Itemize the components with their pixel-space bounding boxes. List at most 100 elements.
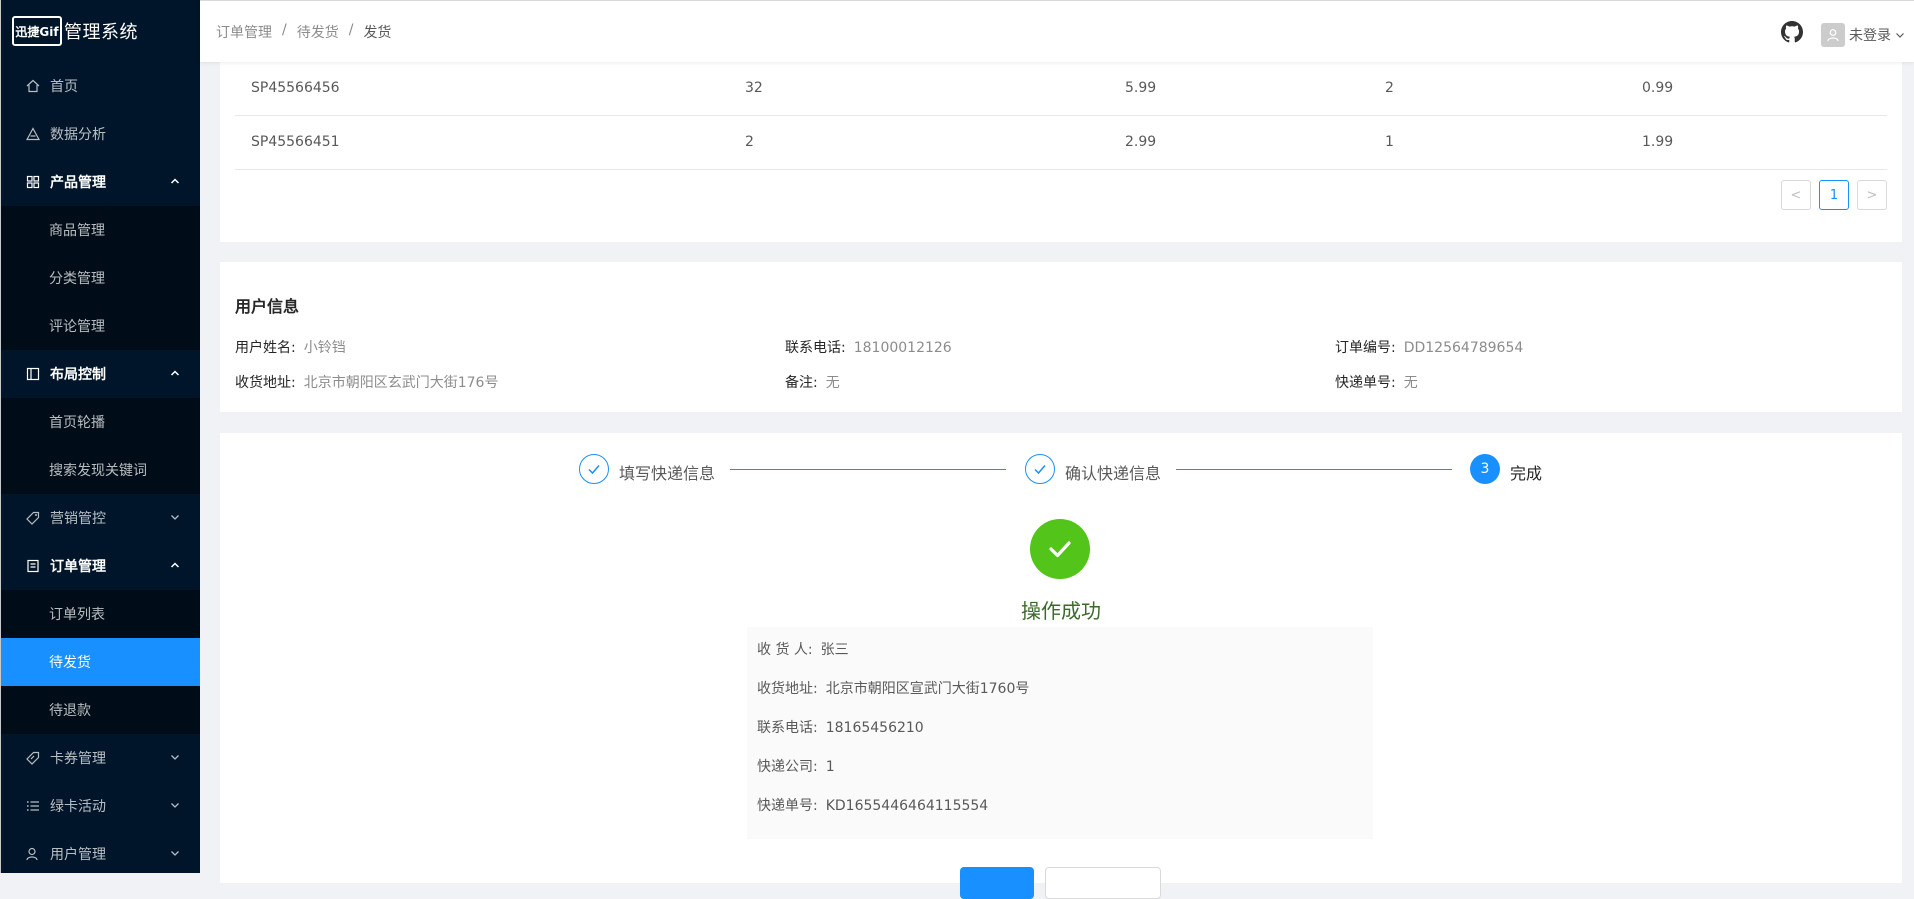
table-cell: SP45566456 [251,80,340,96]
sidebar-item-layout[interactable]: 布局控制 [1,350,200,398]
breadcrumb-separator: / [282,22,287,38]
secondary-button[interactable] [1045,867,1161,899]
top-header: 订单管理 / 待发货 / 发货 未登录 [200,0,1914,62]
step-current-icon: 3 [1470,454,1500,484]
sidebar-item-label: 订单管理 [50,559,106,575]
table-cell: 2 [745,134,754,150]
user-dropdown[interactable]: 未登录 [1821,23,1906,47]
sidebar-item-users[interactable]: 用户管理 [1,830,200,873]
express-row: 快递单号: KD1655446464115554 [757,795,988,815]
sidebar-item-category[interactable]: 分类管理 [1,254,200,302]
table-cell: 5.99 [1125,80,1157,96]
address-row: 收货地址: 北京市朝阳区宣武门大街1760号 [757,678,1029,698]
logo-area: 迅捷Gif 管理系统 [1,0,200,62]
sidebar-item-analytics[interactable]: 数据分析 [1,110,200,158]
order-icon [25,558,41,574]
user-icon [25,846,41,862]
layout-icon [25,366,41,382]
sidebar-item-pending-refund[interactable]: 待退款 [1,686,200,734]
sidebar-item-orders[interactable]: 订单管理 [1,542,200,590]
chevron-up-icon [170,178,180,184]
sidebar-item-products[interactable]: 产品管理 [1,158,200,206]
step-title: 完成 [1510,464,1543,483]
logo: 迅捷Gif [12,16,62,46]
sidebar-item-carousel[interactable]: 首页轮播 [1,398,200,446]
appstore-icon [25,174,41,190]
field-value: KD1655446464115554 [825,798,989,814]
chevron-down-icon [171,803,179,808]
sidebar-item-green-card[interactable]: 绿卡活动 [1,782,200,830]
breadcrumb-separator: / [348,22,354,38]
list-icon [25,798,41,814]
sidebar-item-label: 营销管控 [50,511,106,527]
step-title: 填写快递信息 [619,464,716,483]
pagination-page-button[interactable]: 1 [1819,180,1849,210]
chevron-down-icon [171,755,179,760]
success-icon [1030,519,1090,579]
sidebar-item-comments[interactable]: 评论管理 [1,302,200,350]
breadcrumb: 订单管理 / 待发货 / 发货 [216,22,391,42]
field-value: 北京市朝阳区宣武门大街1760号 [825,681,1030,697]
primary-button[interactable] [960,867,1034,899]
sidebar-item-pending-shipment[interactable]: 待发货 [1,638,200,686]
result-title: 操作成功 [1021,599,1101,623]
product-table-card: SP45566456 32 5.99 2 0.99 SP45566451 2 2… [220,62,1902,242]
section-title: 用户信息 [235,297,300,316]
app-title: 管理系统 [64,22,138,43]
pagination-next-button[interactable]: > [1857,180,1887,210]
field-label: 联系电话: [785,340,846,356]
field-label: 快递单号: [1335,375,1396,391]
step-done-icon [1025,454,1055,484]
coupon-icon [25,750,41,766]
field-value: 小铃铛 [303,340,346,356]
user-status-label: 未登录 [1849,28,1891,44]
github-icon[interactable] [1781,21,1803,43]
home-icon [25,78,41,94]
breadcrumb-item-orders[interactable]: 订单管理 [216,22,272,42]
field-label: 收 货 人: [757,642,813,658]
sidebar-item-label: 首页 [50,79,78,95]
field-label: 收货地址: [235,375,296,391]
field-label: 快递公司: [757,759,818,775]
table-cell: 2.99 [1125,134,1157,150]
field-value: 无 [1403,375,1418,391]
chevron-up-icon [170,562,180,568]
field-value: 1 [825,759,835,775]
chevron-down-icon [1896,33,1904,38]
check-icon [1034,465,1046,475]
check-icon [1049,541,1071,558]
remark-field: 备注: 无 [785,372,840,392]
chevron-up-icon [170,370,180,376]
table-cell: 2 [1385,80,1394,96]
sidebar-item-goods[interactable]: 商品管理 [1,206,200,254]
steps: 填写快递信息 确认快递信息 3 完成 [220,453,1902,487]
user-avatar-icon [1827,29,1839,42]
field-label: 订单编号: [1335,340,1396,356]
user-address-field: 收货地址: 北京市朝阳区玄武门大街176号 [235,372,498,392]
step-done-icon [579,454,609,484]
field-label: 快递单号: [757,798,818,814]
company-row: 快递公司: 1 [757,756,835,776]
table-cell: 0.99 [1642,80,1674,96]
sidebar: 迅捷Gif 管理系统 首页 数据分析 产品管理 商品管理 分类管理 评论管理 布… [0,0,200,873]
sidebar-item-label: 数据分析 [50,127,106,143]
express-number-field: 快递单号: 无 [1335,372,1418,392]
sidebar-item-label: 用户管理 [50,847,106,863]
sidebar-item-search-keywords[interactable]: 搜索发现关键词 [1,446,200,494]
check-icon [588,465,600,475]
sidebar-item-marketing[interactable]: 营销管控 [1,494,200,542]
pagination: < 1 > [1781,180,1887,210]
shipment-steps-card: 填写快递信息 确认快递信息 3 完成 操作成功 收 货 人: 张三 收货地址: 北京… [220,433,1902,899]
sidebar-item-label: 卡券管理 [50,751,106,767]
sidebar-item-coupons[interactable]: 卡券管理 [1,734,200,782]
breadcrumb-item-pending[interactable]: 待发货 [297,22,339,42]
field-value: 北京市朝阳区玄武门大街176号 [303,375,499,391]
step-connector [730,469,1006,470]
pagination-prev-button[interactable]: < [1781,180,1811,210]
field-value: 18100012126 [853,340,952,356]
sidebar-item-order-list[interactable]: 订单列表 [1,590,200,638]
chevron-down-icon [171,515,179,520]
table-row: SP45566451 2 2.99 1 1.99 [235,116,1887,170]
table-row: SP45566456 32 5.99 2 0.99 [235,62,1887,116]
sidebar-item-home[interactable]: 首页 [1,62,200,110]
